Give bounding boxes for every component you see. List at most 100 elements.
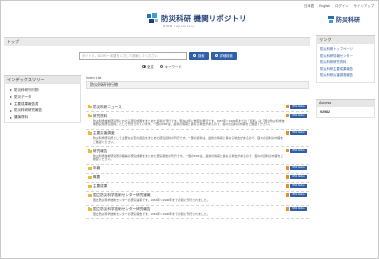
access-count: 92982 <box>316 107 375 118</box>
advanced-search-label: 詳細検索 <box>219 53 233 58</box>
expand-arrow-icon[interactable] <box>10 96 12 99</box>
tree-item-label: 防災科研研究報告 <box>14 108 42 113</box>
rss-icon[interactable] <box>285 148 289 153</box>
index-row-title[interactable]: 年報 <box>93 166 100 171</box>
feed-button[interactable]: RSS Notice <box>290 184 307 189</box>
index-row: 主要成果 RSS Notice <box>86 183 309 192</box>
index-row: 研究報告 RSS Notice 防災科学技術研究所の職員の研究成果をまとめた研究… <box>86 147 309 165</box>
index-row-title[interactable]: 主要成果 <box>93 184 107 189</box>
search-button-label: 検索 <box>198 53 205 58</box>
index-row: 研究資料 RSS Notice 防災科学技術研究所における研究成果をまとめた資料… <box>86 112 309 130</box>
rss-icon[interactable] <box>285 193 289 197</box>
tree-item[interactable]: 講演資料 <box>5 114 80 121</box>
index-row-description: 国立防災科学技術センターの研究報告です。1963年〜1990年までの間に刊行され… <box>93 212 210 217</box>
folder-icon <box>88 131 92 135</box>
rss-icon[interactable] <box>285 166 289 170</box>
advanced-search-button[interactable]: 詳細検索 <box>210 51 237 60</box>
search-input[interactable]: タイトル、DOIや一本語を入力して検索してください <box>79 51 187 60</box>
folder-icon <box>88 207 92 211</box>
expand-arrow-icon[interactable] <box>10 116 12 119</box>
radio-fulltext[interactable] <box>142 64 146 69</box>
top-links: 日本語 English ログイン サインアップ <box>300 3 374 8</box>
repository-title: 防災科研 機関リポジトリ <box>161 13 247 23</box>
search-bar: タイトル、DOIや一本語を入力して検索してください 検索 詳細検索 <box>79 51 237 60</box>
search-button[interactable]: 検索 <box>189 51 209 60</box>
tree-item[interactable]: 防災データ <box>5 94 80 101</box>
index-row-description: 防災科学技術研究所における研究成果をまとめた資料の刊行です。現在は年に数回の発行… <box>93 118 285 127</box>
repository-logo-icon <box>147 13 158 23</box>
index-row-title[interactable]: 概要 <box>93 175 100 180</box>
radio-fulltext-label: 全文 <box>147 65 154 69</box>
sidebar-link[interactable]: 防災科研情報センター <box>317 53 374 60</box>
index-row-description: 防災科学技術研究所の職員の研究成果をまとめた研究報告の刊行です。一部のPDFは、… <box>93 153 284 162</box>
tree-item-label: 防災データ <box>14 94 32 99</box>
rss-icon[interactable] <box>285 207 289 211</box>
feed-button[interactable]: RSS Notice <box>290 113 307 118</box>
index-row: 概要 RSS Notice <box>86 174 309 183</box>
language-ja-link[interactable]: 日本語 <box>304 4 314 8</box>
org-logo-text: 防災科研 <box>336 18 361 24</box>
org-logo[interactable]: 防災科研 <box>328 15 360 24</box>
rss-icon[interactable] <box>285 175 289 179</box>
index-tree-title: インデックスツリー <box>4 75 81 84</box>
site-header: 日本語 English ログイン サインアップ 防災科研 機関リポジトリ NIE… <box>1 1 378 34</box>
sidebar-link[interactable]: 防災科研研究資料 <box>317 59 374 66</box>
expand-arrow-icon[interactable] <box>10 102 12 105</box>
index-row: 国立防災科学技術センター研究速報 RSS Notice 国立防災科学技術センター… <box>86 192 309 206</box>
feed-button[interactable]: RSS Notice <box>290 166 307 171</box>
rss-icon[interactable] <box>285 131 289 135</box>
login-link[interactable]: ログイン <box>335 4 349 8</box>
folder-icon <box>88 149 92 153</box>
folder-icon <box>88 104 92 109</box>
expand-arrow-icon[interactable] <box>10 89 12 92</box>
index-row-title[interactable]: 研究資料 <box>93 114 107 119</box>
feed-button[interactable]: RSS Notice <box>290 207 307 212</box>
links-list: 防災科研トップページ 防災科研情報センター 防災科研研究資料 防災科研主要成果報… <box>316 44 375 83</box>
search-icon <box>214 54 218 57</box>
feed-button[interactable]: RSS Notice <box>290 175 307 180</box>
rss-icon[interactable] <box>285 113 289 117</box>
folder-icon <box>88 113 92 118</box>
feed-button[interactable]: RSS Notice <box>290 148 307 153</box>
tree-item-label: 防災科研刊行物 <box>14 88 39 92</box>
index-row: 年報 RSS Notice <box>86 165 309 174</box>
index-tree-list: 防災科研刊行物 防災データ 主要成果報告書 防災科研研究報告 講演資料 <box>4 84 81 123</box>
expand-arrow-icon[interactable] <box>10 109 12 112</box>
rss-icon[interactable] <box>285 184 289 188</box>
feed-button[interactable]: RSS Notice <box>290 131 307 136</box>
feed-button[interactable]: RSS Notice <box>290 104 307 109</box>
access-title: Access <box>316 99 375 107</box>
folder-icon <box>88 184 92 189</box>
index-row-description: 防災科学研究所として主要な災害の調査をまとめた研究資料の刊行です。一部の資料は、… <box>93 136 284 144</box>
tree-item[interactable]: 防災科研研究報告 <box>5 107 80 114</box>
repository-logo[interactable]: 防災科研 機関リポジトリ <box>147 11 247 25</box>
repository-subtitle: NIED repository <box>163 24 195 28</box>
tree-item[interactable]: 防災科研刊行物 <box>5 87 80 94</box>
radio-keyword[interactable] <box>159 64 164 69</box>
links-title: リンク <box>316 35 375 44</box>
folder-icon <box>88 175 92 180</box>
index-row: 主要災害調査 RSS Notice 防災科学研究所として主要な災害の調査をまとめ… <box>86 130 309 148</box>
feed-button[interactable]: RSS Notice <box>290 193 307 198</box>
sidebar-link[interactable]: 防災科研主要成果報告 <box>317 66 374 73</box>
search-mode-radios: 全文 キーワード <box>142 64 182 69</box>
language-en-link[interactable]: English <box>319 4 330 8</box>
tree-item[interactable]: 主要成果報告書 <box>5 101 80 108</box>
index-row-title[interactable]: 研究報告 <box>93 149 107 154</box>
search-icon <box>193 54 196 57</box>
breadcrumb-top-link[interactable]: トップ <box>7 39 19 44</box>
sidebar-link[interactable]: 防災科研災害調査報告 <box>317 72 374 79</box>
page-frame: 日本語 English ログイン サインアップ 防災科研 機関リポジトリ NIE… <box>0 0 379 259</box>
index-row-title[interactable]: 防災科研ニュース <box>93 105 122 110</box>
index-row: 国立防災科学技術センター研究報告 RSS Notice 国立防災科学技術センター… <box>86 206 309 220</box>
signup-link[interactable]: サインアップ <box>354 4 374 8</box>
sidebar-link[interactable]: 防災科研トップページ <box>317 46 374 53</box>
tree-item-label: 講演資料 <box>14 115 28 120</box>
index-tree-panel: インデックスツリー 防災科研刊行物 防災データ 主要成果報告書 防災科研研究報告… <box>4 75 81 123</box>
index-row-description: 国立防災科学技術センターの研究速報です。1963年〜1990年までの間に刊行され… <box>93 198 210 203</box>
current-index-title: 防災科研刊行物 <box>86 81 309 89</box>
rss-icon[interactable] <box>285 104 289 108</box>
tree-item-label: 主要成果報告書 <box>14 101 39 106</box>
org-logo-icon <box>328 16 334 23</box>
radio-keyword-label: キーワード <box>164 65 182 69</box>
